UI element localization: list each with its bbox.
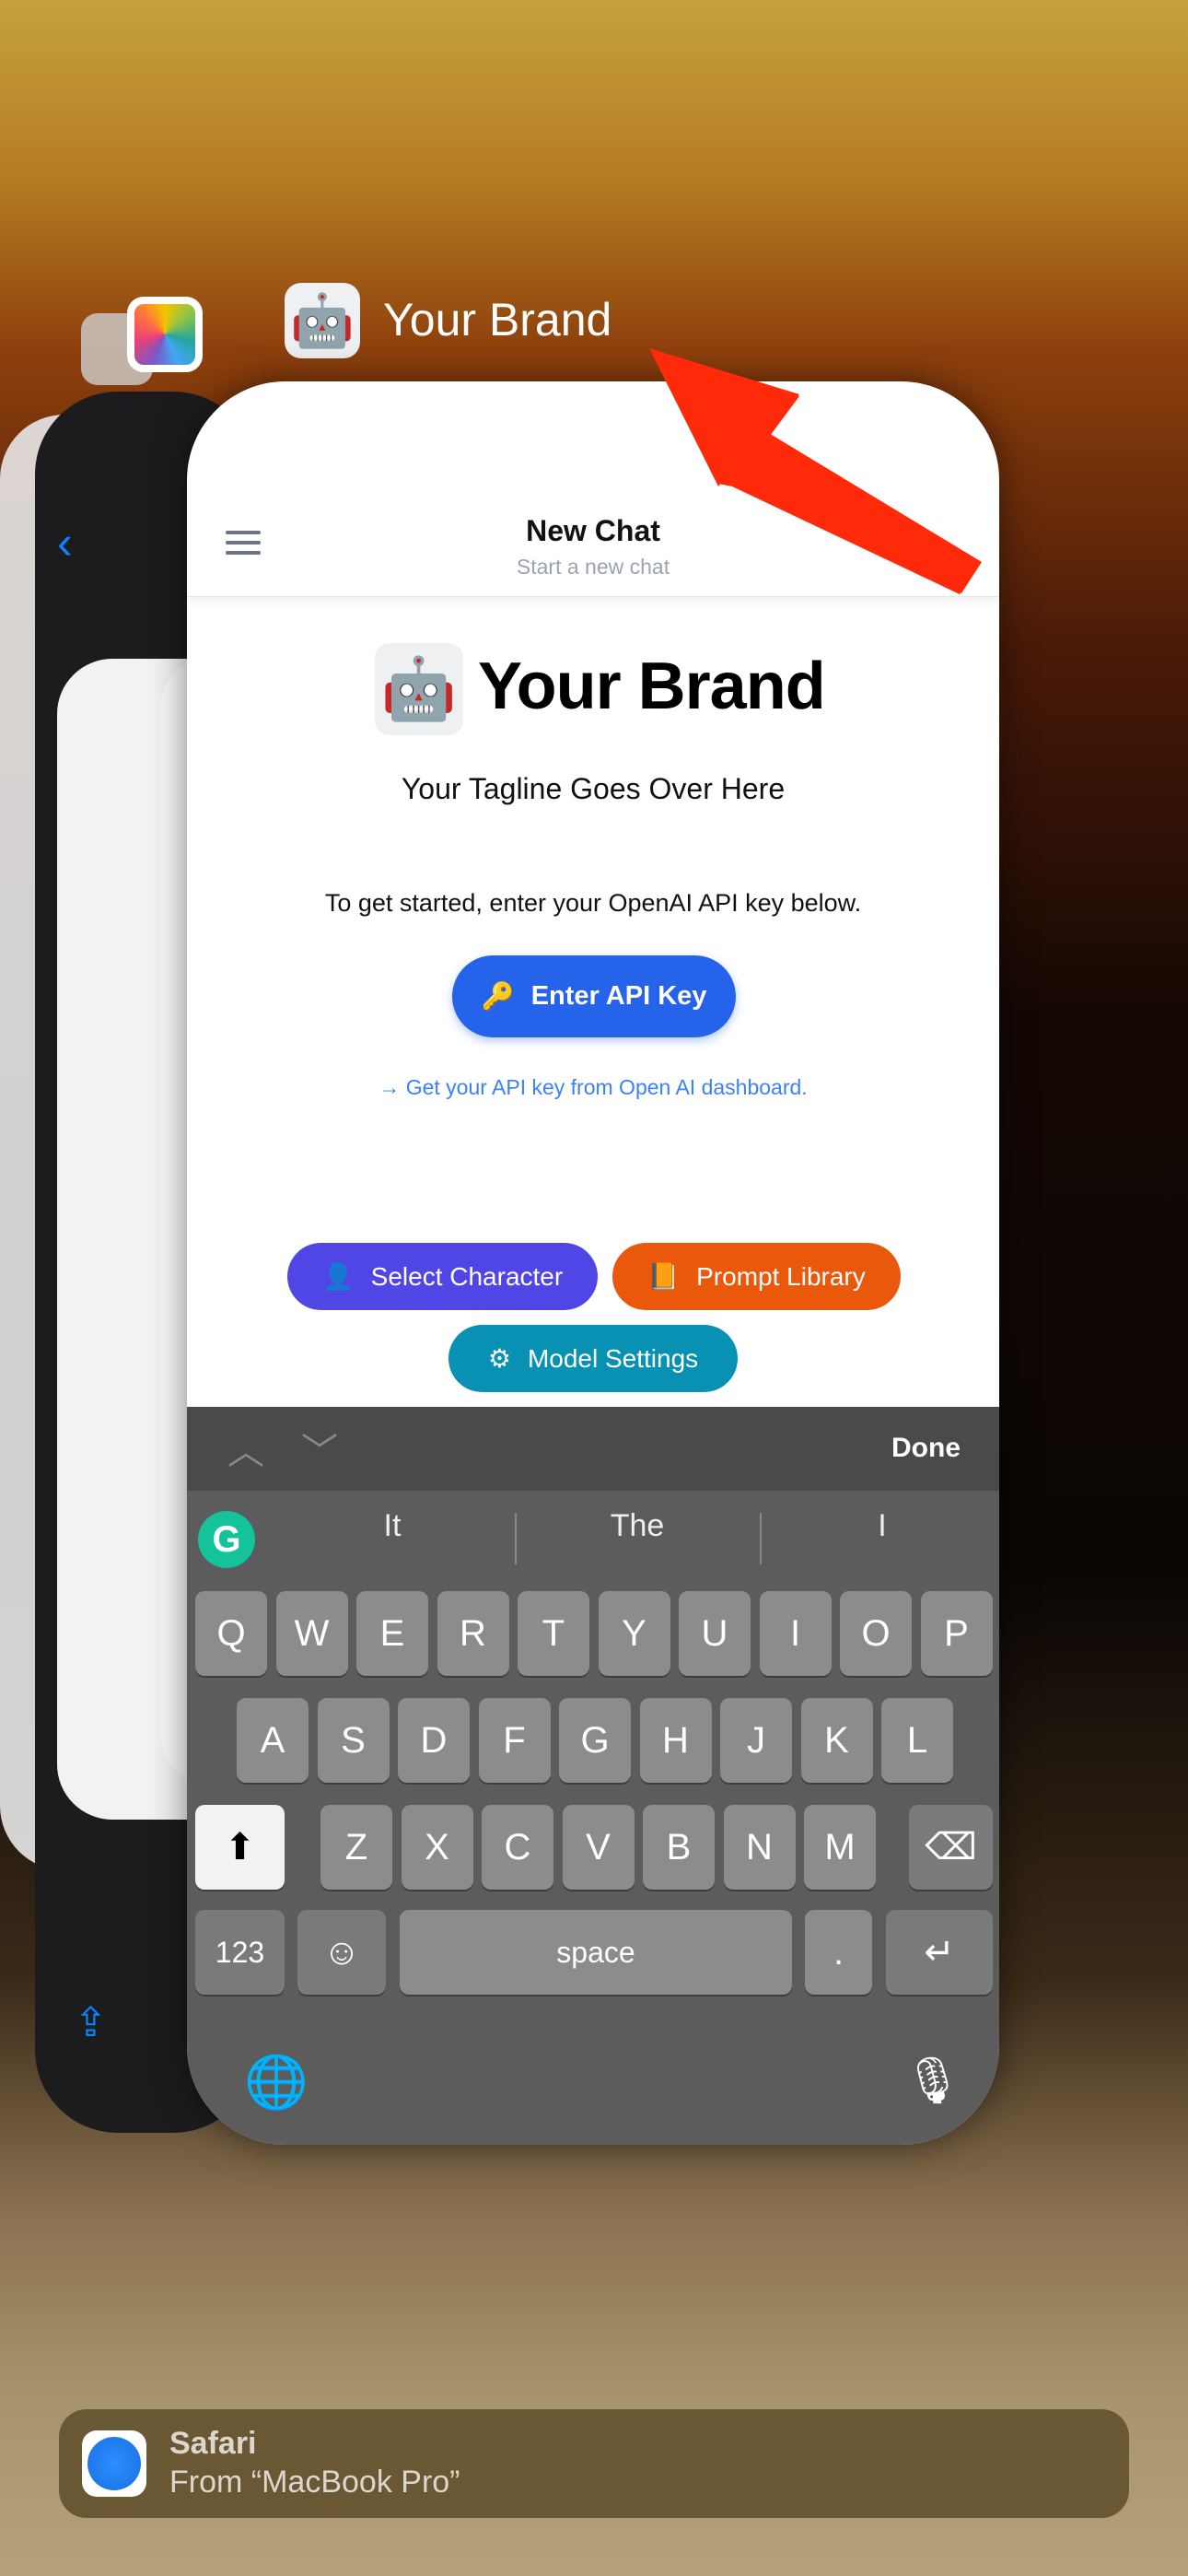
key-x[interactable]: X (401, 1805, 473, 1890)
chevron-up-icon[interactable]: ︿ (227, 1422, 264, 1475)
enter-api-key-label: Enter API Key (530, 981, 707, 1011)
key-w[interactable]: W (275, 1591, 348, 1676)
key-z[interactable]: Z (320, 1805, 392, 1890)
return-key[interactable]: ↵ (886, 1910, 993, 1995)
key-i[interactable]: I (759, 1591, 832, 1676)
key-c[interactable]: C (482, 1805, 553, 1890)
key-e[interactable]: E (356, 1591, 428, 1676)
key-icon: 🔑 (481, 981, 515, 1012)
api-key-link[interactable]: → Get your API key from Open AI dashboar… (187, 1075, 999, 1100)
globe-icon[interactable]: 🌐 (244, 2052, 309, 2113)
done-button[interactable]: Done (891, 1433, 961, 1464)
period-key[interactable]: . (805, 1910, 872, 1995)
select-character-label: Select Character (370, 1261, 564, 1291)
key-k[interactable]: K (800, 1698, 873, 1783)
key-b[interactable]: B (643, 1805, 715, 1890)
keyboard: ︿ ﹀ Done G It The I QWERTYUIOPASDFGHJKLZXC… (187, 1407, 999, 2145)
key-g[interactable]: G (559, 1698, 631, 1783)
red-arrow-annotation (649, 348, 982, 594)
key-n[interactable]: N (723, 1805, 796, 1890)
microphone-icon[interactable]: 🎙 (903, 2054, 961, 2108)
delete-key[interactable]: ⌫ (909, 1805, 993, 1890)
arrow-shaft (728, 419, 982, 593)
key-s[interactable]: S (317, 1698, 390, 1783)
key-p[interactable]: P (920, 1591, 993, 1676)
model-settings-button[interactable]: ⚙ Model Settings (448, 1325, 738, 1392)
key-f[interactable]: F (478, 1698, 551, 1783)
key-o[interactable]: O (840, 1591, 912, 1676)
key-a[interactable]: A (237, 1698, 309, 1783)
safari-handoff-icon (82, 2430, 146, 2497)
suggestion[interactable]: The (515, 1508, 760, 1544)
shift-key[interactable]: ⬆ (195, 1805, 285, 1890)
suggestion[interactable]: It (270, 1508, 515, 1544)
tagline: Your Tagline Goes Over Here (401, 772, 786, 805)
gear-icon: ⚙ (487, 1344, 511, 1373)
handoff-banner[interactable]: Safari From “MacBook Pro” (59, 2409, 1129, 2518)
prompt-library-label: Prompt Library (696, 1261, 866, 1291)
share-icon: ⇪ (74, 2000, 108, 2045)
grammarly-icon[interactable]: G (198, 1511, 255, 1568)
key-d[interactable]: D (398, 1698, 470, 1783)
key-v[interactable]: V (562, 1805, 635, 1890)
emoji-key[interactable]: ☺ (297, 1910, 386, 1995)
key-h[interactable]: H (639, 1698, 712, 1783)
key-l[interactable]: L (881, 1698, 953, 1783)
instructions: To get started, enter your OpenAI API ke… (324, 889, 862, 917)
book-icon: 📙 (647, 1262, 681, 1291)
enter-api-key-button[interactable]: 🔑 Enter API Key (452, 955, 736, 1037)
prompt-library-button[interactable]: 📙 Prompt Library (612, 1243, 901, 1310)
key-y[interactable]: Y (598, 1591, 670, 1676)
key-m[interactable]: M (804, 1805, 876, 1890)
key-j[interactable]: J (720, 1698, 792, 1783)
space-key[interactable]: space (400, 1910, 792, 1995)
handoff-app-name: Safari (169, 2426, 257, 2461)
handoff-source: From “MacBook Pro” (169, 2465, 460, 2500)
select-character-button[interactable]: 👤 Select Character (287, 1243, 598, 1310)
model-settings-label: Model Settings (527, 1343, 699, 1373)
key-q[interactable]: Q (195, 1591, 267, 1676)
key-t[interactable]: T (518, 1591, 589, 1676)
key-r[interactable]: R (437, 1591, 509, 1676)
key-u[interactable]: U (679, 1591, 751, 1676)
suggestion[interactable]: I (760, 1508, 999, 1544)
chevron-down-icon[interactable]: ﹀ (301, 1422, 338, 1475)
numbers-key[interactable]: 123 (195, 1910, 285, 1995)
person-icon: 👤 (321, 1262, 355, 1291)
keyboard-toolbar: ︿ ﹀ Done (187, 1407, 999, 1491)
